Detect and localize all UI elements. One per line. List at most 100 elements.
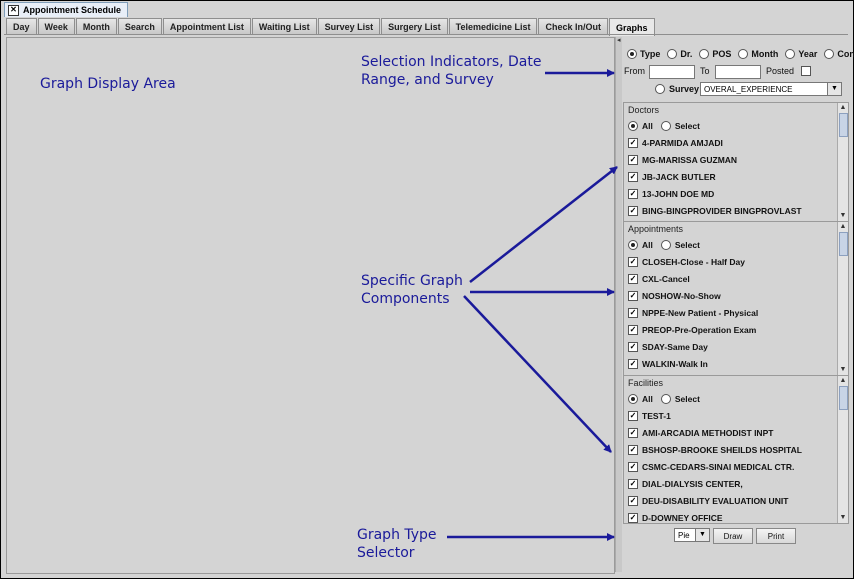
facilities-all-select-row: All Select (624, 390, 848, 407)
scroll-up-icon[interactable]: ▲ (838, 222, 848, 232)
tab-week[interactable]: Week (37, 18, 75, 35)
scroll-down-icon[interactable]: ▼ (838, 365, 848, 375)
list-item[interactable]: ✓ 4-PARMIDA AMJADI (624, 134, 848, 151)
annotation-components-line2: Components (361, 291, 450, 307)
appointments-radio-select[interactable] (660, 239, 671, 250)
checkbox[interactable]: ✓ (628, 205, 638, 216)
survey-select[interactable]: OVERAL_EXPERIENCE ▼ (700, 82, 842, 96)
list-item[interactable]: ✓ 13-JOHN DOE MD (624, 185, 848, 202)
list-item[interactable]: ✓ BING-BINGPROVIDER BINGPROVLAST (624, 202, 848, 219)
checkbox[interactable]: ✓ (628, 358, 638, 369)
list-item[interactable]: ✓ DEU-DISABILITY EVALUATION UNIT (624, 492, 848, 509)
print-button[interactable]: Print (756, 528, 796, 544)
tab-month[interactable]: Month (75, 18, 117, 35)
tab-appointment-list[interactable]: Appointment List (162, 18, 251, 35)
checkbox[interactable]: ✓ (628, 512, 638, 523)
annotation-graph-display-area: Graph Display Area (40, 76, 176, 92)
tab-surgery-list[interactable]: Surgery List (381, 18, 448, 35)
tab-waiting-list[interactable]: Waiting List (251, 18, 317, 35)
doctors-radio-all[interactable] (628, 120, 638, 131)
facilities-radio-select[interactable] (660, 393, 671, 404)
tab-telemedicine-list[interactable]: Telemedicine List (448, 18, 538, 35)
list-item[interactable]: ✓ TEST-1 (624, 407, 848, 424)
to-date-input[interactable] (715, 65, 761, 79)
doctors-panel: Doctors All Select ✓ 4-PARMIDA AMJADI ✓ MG… (623, 102, 849, 222)
list-item[interactable]: ✓ NOSHOW-No-Show (624, 287, 848, 304)
checkbox[interactable]: ✓ (628, 410, 638, 421)
scroll-up-icon[interactable]: ▲ (838, 103, 848, 113)
list-item[interactable]: ✓ WALKIN-Walk In (624, 355, 848, 372)
selection-indicators: Type Dr. POS Month Year Confirm (627, 49, 854, 59)
checkbox[interactable]: ✓ (628, 461, 638, 472)
list-item-label: MG-MARISSA GUZMAN (642, 154, 738, 165)
radio-month[interactable] (738, 49, 749, 59)
checkbox[interactable]: ✓ (628, 188, 638, 199)
list-item[interactable]: ✓ DIAL-DIALYSIS CENTER, (624, 475, 848, 492)
doctors-radio-select[interactable] (660, 120, 671, 131)
list-item[interactable]: ✓ CLOSEH-Close - Half Day (624, 253, 848, 270)
checkbox[interactable]: ✓ (628, 137, 638, 148)
checkbox[interactable]: ✓ (628, 444, 638, 455)
list-item[interactable]: ✓ PREOP-Pre-Operation Exam (624, 321, 848, 338)
scroll-thumb[interactable] (839, 113, 848, 137)
tab-search[interactable]: Search (117, 18, 162, 35)
scroll-down-icon[interactable]: ▼ (838, 513, 848, 523)
list-item[interactable]: ✓ BSHOSP-BROOKE SHEILDS HOSPITAL (624, 441, 848, 458)
tab-survey-list[interactable]: Survey List (317, 18, 381, 35)
list-item-label: PREOP-Pre-Operation Exam (642, 324, 757, 335)
chevron-down-icon[interactable]: ▼ (695, 529, 709, 541)
doctors-scrollbar[interactable]: ▲ ▼ (837, 103, 848, 221)
from-date-input[interactable] (649, 65, 695, 79)
tab-check-in-out[interactable]: Check In/Out (538, 18, 608, 35)
list-item[interactable]: ✓ CXL-Cancel (624, 270, 848, 287)
splitter-handle[interactable]: ◂ (615, 37, 622, 572)
radio-pos-label: POS (712, 49, 732, 59)
radio-survey[interactable] (655, 84, 665, 94)
survey-label: Survey (669, 84, 700, 94)
list-item[interactable]: ✓ D-DOWNEY OFFICE (624, 509, 848, 523)
list-item-label: DIAL-DIALYSIS CENTER, (642, 478, 743, 489)
scroll-thumb[interactable] (839, 232, 848, 256)
checkbox[interactable]: ✓ (628, 341, 638, 352)
scroll-up-icon[interactable]: ▲ (838, 376, 848, 386)
radio-dr[interactable] (667, 49, 678, 59)
appointments-scrollbar[interactable]: ▲ ▼ (837, 222, 848, 375)
list-item[interactable]: ✓ SDAY-Same Day (624, 338, 848, 355)
collapse-arrow-icon[interactable]: ◂ (617, 37, 621, 44)
close-icon[interactable]: ✕ (8, 4, 19, 16)
chevron-down-icon[interactable]: ▼ (827, 83, 841, 95)
list-item[interactable]: ✓ MG-MARISSA GUZMAN (624, 151, 848, 168)
draw-button[interactable]: Draw (713, 528, 753, 544)
survey-row: Survey (655, 84, 699, 94)
list-item[interactable]: ✓ CSMC-CEDARS-SINAI MEDICAL CTR. (624, 458, 848, 475)
list-item-label: 4-PARMIDA AMJADI (642, 137, 723, 148)
checkbox[interactable]: ✓ (628, 273, 638, 284)
scroll-thumb[interactable] (839, 386, 848, 410)
tab-day[interactable]: Day (6, 18, 37, 35)
checkbox[interactable]: ✓ (628, 495, 638, 506)
checkbox[interactable]: ✓ (628, 307, 638, 318)
list-item[interactable]: ✓ JB-JACK BUTLER (624, 168, 848, 185)
checkbox[interactable]: ✓ (628, 324, 638, 335)
checkbox[interactable]: ✓ (628, 290, 638, 301)
posted-checkbox[interactable] (801, 66, 811, 76)
checkbox[interactable]: ✓ (628, 154, 638, 165)
checkbox[interactable]: ✓ (628, 171, 638, 182)
radio-type[interactable] (627, 49, 637, 59)
graph-type-select[interactable]: Pie ▼ (674, 528, 710, 542)
appointments-radio-all[interactable] (628, 239, 638, 250)
radio-pos[interactable] (699, 49, 710, 59)
checkbox[interactable]: ✓ (628, 427, 638, 438)
list-item[interactable]: ✓ AMI-ARCADIA METHODIST INPT (624, 424, 848, 441)
list-item[interactable]: ✓ NPPE-New Patient - Physical (624, 304, 848, 321)
radio-confirm[interactable] (824, 49, 835, 59)
scroll-down-icon[interactable]: ▼ (838, 211, 848, 221)
doctors-title: Doctors (628, 105, 660, 115)
facilities-radio-all[interactable] (628, 393, 638, 404)
radio-year[interactable] (785, 49, 796, 59)
checkbox[interactable]: ✓ (628, 256, 638, 267)
doctors-all-select-row: All Select (624, 117, 848, 134)
facilities-scrollbar[interactable]: ▲ ▼ (837, 376, 848, 523)
window-tab[interactable]: ✕ Appointment Schedule (4, 2, 129, 17)
checkbox[interactable]: ✓ (628, 478, 638, 489)
